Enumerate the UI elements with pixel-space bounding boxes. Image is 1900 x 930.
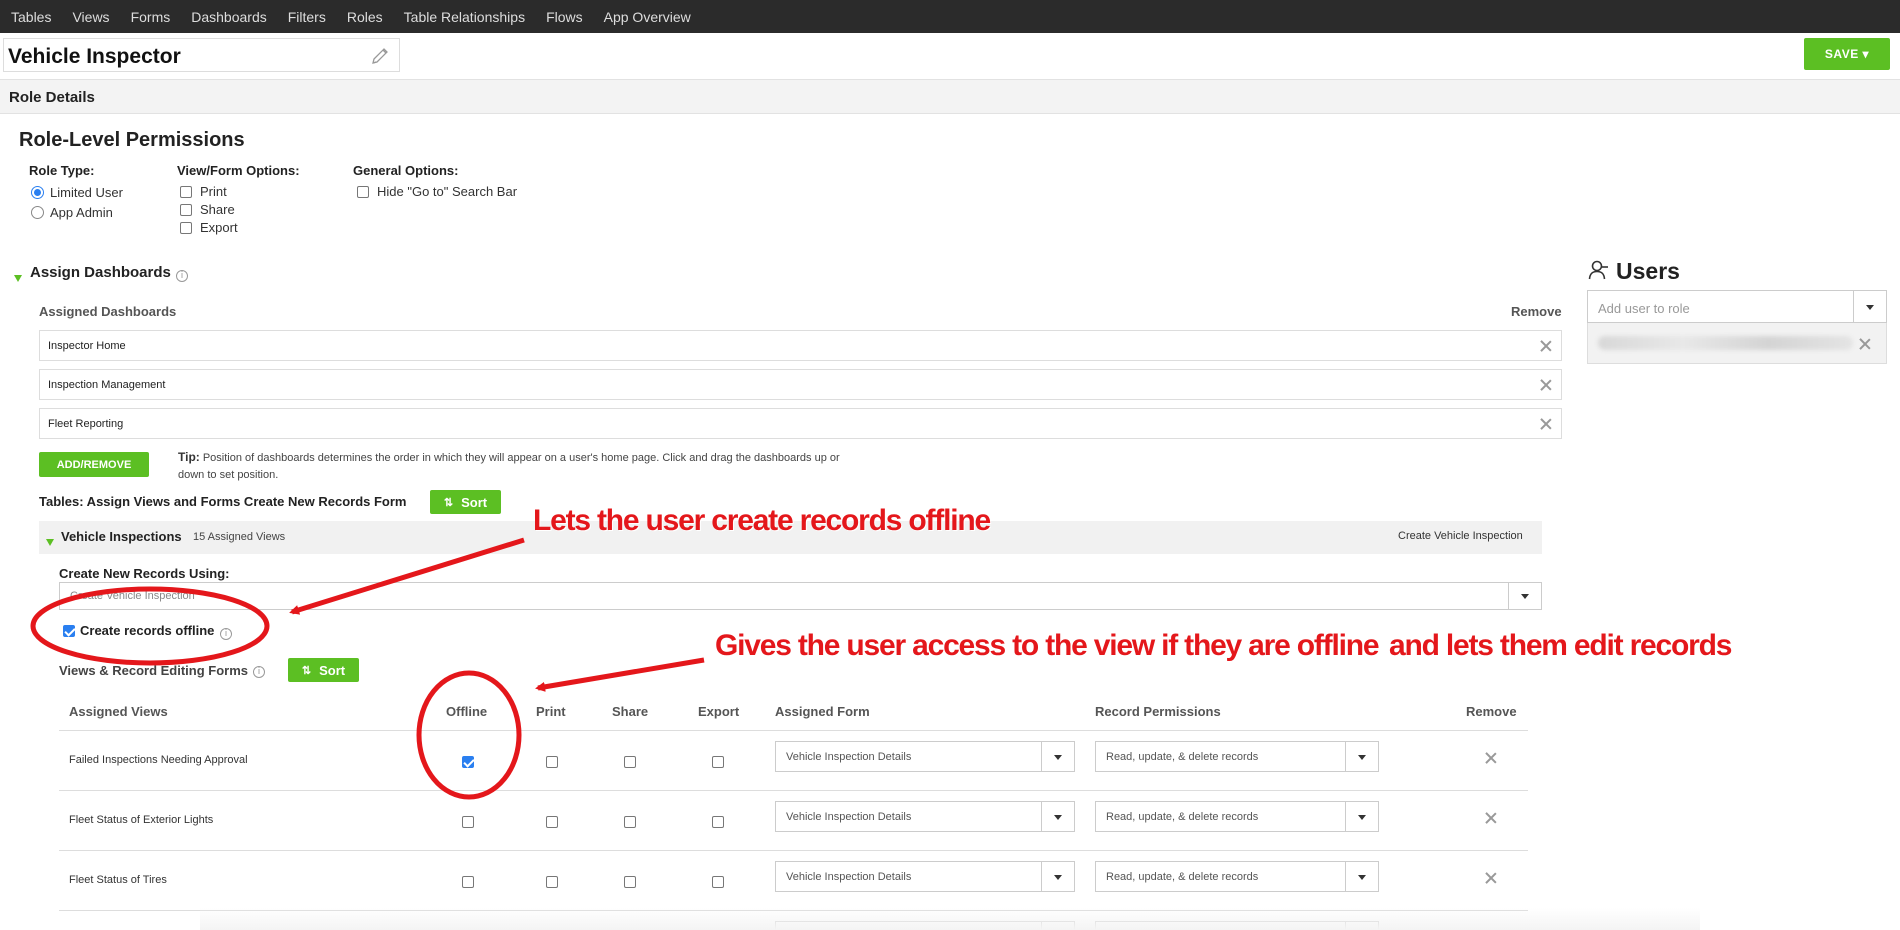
annotation-overlay xyxy=(30,537,705,800)
arrow-icon xyxy=(289,537,525,615)
annotation-text: and lets them edit records xyxy=(1389,629,1732,662)
highlight-ellipse xyxy=(416,670,522,800)
highlight-ellipse xyxy=(30,586,270,666)
annotation-text: Lets the user create records offline xyxy=(533,504,991,537)
arrow-icon xyxy=(535,657,705,692)
annotation-text: Gives the user access to the view if the… xyxy=(715,629,1380,662)
bottom-shadow xyxy=(200,908,1700,930)
